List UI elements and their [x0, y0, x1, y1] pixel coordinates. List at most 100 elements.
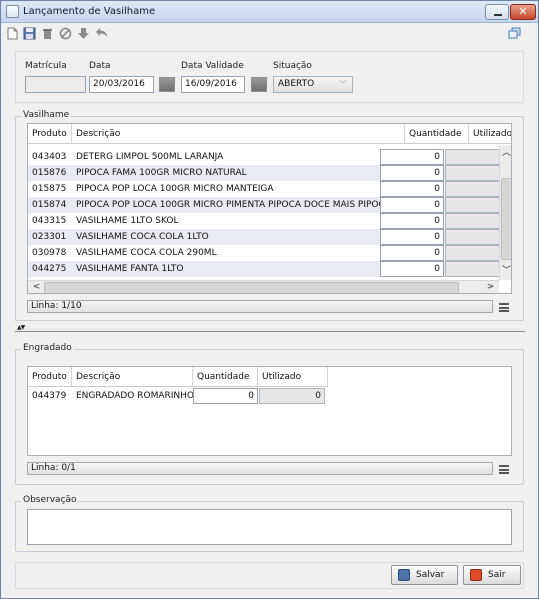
splitter[interactable] — [15, 331, 525, 332]
quantidade-input[interactable]: 0 — [380, 229, 444, 245]
descricao-cell: VASILHAME 1LTO SKOL — [76, 216, 179, 226]
produto-cell: 015876 — [32, 168, 67, 178]
column-header[interactable]: Utilizado — [469, 124, 511, 144]
quantidade-input[interactable]: 0 — [193, 388, 258, 404]
column-header[interactable]: Utilizado — [258, 367, 328, 387]
utilizado-cell — [445, 245, 501, 261]
table-row[interactable]: 043403 DETERG LIMPOL 500ML LARANJA 0 — [28, 149, 501, 165]
main-window: Lançamento de Vasilhame ✕ Matrícula Data… — [0, 0, 539, 599]
quantidade-input[interactable]: 0 — [380, 181, 444, 197]
descricao-cell: VASILHAME FANTA 1LTO — [76, 264, 184, 274]
window-title: Lançamento de Vasilhame — [23, 6, 156, 17]
table-row[interactable]: 044275 VASILHAME FANTA 1LTO 0 — [28, 261, 501, 277]
column-header[interactable]: Quantidade — [405, 124, 469, 144]
descricao-cell: DETERG LIMPOL 500ML LARANJA — [76, 152, 224, 162]
matricula-label: Matrícula — [25, 61, 67, 71]
utilizado-cell — [445, 181, 501, 197]
data-validade-field[interactable]: 16/09/2016 — [181, 76, 245, 93]
chevron-down-icon: ﹀ — [339, 80, 347, 89]
save-icon — [398, 569, 410, 581]
scroll-left-icon[interactable]: < — [30, 281, 43, 293]
column-header[interactable]: Descrição — [72, 367, 193, 387]
delete-icon[interactable] — [41, 27, 54, 40]
scroll-up-icon[interactable]: ︿ — [500, 147, 511, 160]
situacao-label: Situação — [273, 61, 312, 71]
table-row[interactable]: 023301 VASILHAME COCA COLA 1LTO 0 — [28, 229, 501, 245]
matricula-field[interactable] — [25, 76, 86, 93]
menu-icon[interactable] — [499, 465, 509, 474]
scroll-down-icon[interactable]: ﹀ — [500, 265, 511, 278]
vasilhame-row-counter: Linha: 1/10 — [27, 300, 493, 313]
exit-icon — [470, 569, 482, 581]
utilizado-cell — [445, 261, 501, 277]
toolbar — [1, 24, 538, 44]
descricao-cell: ENGRADADO ROMARINHO — [76, 391, 193, 401]
column-header[interactable]: Produto — [28, 367, 72, 387]
descricao-cell: VASILHAME COCA COLA 1LTO — [76, 232, 209, 242]
table-row[interactable]: 015876 PIPOCA FAMA 100GR MICRO NATURAL 0 — [28, 165, 501, 181]
quantidade-input[interactable]: 0 — [380, 245, 444, 261]
data-label: Data — [89, 61, 111, 71]
exit-button[interactable]: Sair — [463, 565, 521, 585]
engradado-table: Produto Descrição Quantidade Utilizado 0… — [27, 366, 512, 456]
download-icon[interactable] — [77, 27, 90, 40]
produto-cell: 023301 — [32, 232, 67, 242]
column-header[interactable]: Quantidade — [193, 367, 258, 387]
produto-cell: 015875 — [32, 184, 67, 194]
engradado-row-counter: Linha: 0/1 — [27, 462, 493, 475]
title-bar: Lançamento de Vasilhame ✕ — [1, 1, 538, 23]
data-field[interactable]: 20/03/2016 — [89, 76, 154, 93]
calendar-icon[interactable] — [251, 77, 267, 92]
undo-icon[interactable] — [95, 27, 108, 40]
utilizado-cell — [445, 197, 501, 213]
horizontal-scrollbar[interactable]: < > — [28, 280, 499, 293]
scroll-thumb[interactable] — [501, 178, 511, 260]
produto-cell: 030978 — [32, 248, 67, 258]
produto-cell: 015874 — [32, 200, 67, 210]
column-header[interactable]: Descrição — [72, 124, 405, 144]
table-row[interactable]: 030978 VASILHAME COCA COLA 290ML 0 — [28, 245, 501, 261]
exit-button-label: Sair — [488, 570, 506, 580]
save-icon[interactable] — [23, 27, 36, 40]
vasilhame-title: Vasilhame — [21, 110, 72, 120]
utilizado-cell — [445, 229, 501, 245]
minimize-button[interactable] — [485, 4, 509, 20]
scroll-thumb[interactable] — [44, 282, 459, 293]
quantidade-input[interactable]: 0 — [380, 213, 444, 229]
table-header: Produto Descrição Quantidade Utilizado — [28, 124, 511, 144]
engradado-title: Engradado — [21, 343, 74, 353]
new-document-icon[interactable] — [6, 27, 19, 40]
produto-cell: 043315 — [32, 216, 67, 226]
quantidade-input[interactable]: 0 — [380, 261, 444, 277]
data-validade-label: Data Validade — [181, 61, 244, 71]
table-row[interactable]: 015874 PIPOCA POP LOCA 100GR MICRO PIMEN… — [28, 197, 501, 213]
situacao-value: ABERTO — [278, 79, 315, 89]
produto-cell: 044275 — [32, 264, 67, 274]
quantidade-input[interactable]: 0 — [380, 149, 444, 165]
utilizado-cell — [445, 165, 501, 181]
table-row[interactable]: 043315 VASILHAME 1LTO SKOL 0 — [28, 213, 501, 229]
column-header[interactable]: Produto — [28, 124, 72, 144]
windows-icon[interactable] — [508, 27, 521, 40]
descricao-cell: VASILHAME COCA COLA 290ML — [76, 248, 217, 258]
observacao-title: Observação — [21, 495, 79, 505]
splitter-arrows-icon[interactable]: ▲▼ — [17, 324, 25, 331]
table-row[interactable]: 015875 PIPOCA POP LOCA 100GR MICRO MANTE… — [28, 181, 501, 197]
descricao-cell: PIPOCA POP LOCA 100GR MICRO MANTEIGA — [76, 184, 274, 194]
menu-icon[interactable] — [499, 303, 509, 312]
vertical-scrollbar[interactable]: ︿ ﹀ — [499, 145, 511, 280]
cancel-icon[interactable] — [59, 27, 72, 40]
table-row[interactable]: 044379 ENGRADADO ROMARINHO 0 0 — [28, 388, 328, 404]
descricao-cell: PIPOCA POP LOCA 100GR MICRO PIMENTA PIPO… — [76, 200, 391, 210]
save-button[interactable]: Salvar — [391, 565, 458, 585]
produto-cell: 044379 — [32, 391, 67, 401]
calendar-icon[interactable] — [159, 77, 175, 92]
scroll-right-icon[interactable]: > — [484, 281, 497, 293]
utilizado-cell — [445, 213, 501, 229]
observacao-textarea[interactable] — [27, 509, 512, 545]
quantidade-input[interactable]: 0 — [380, 165, 444, 181]
utilizado-cell: 0 — [259, 388, 325, 404]
situacao-select[interactable]: ABERTO ﹀ — [273, 76, 353, 93]
quantidade-input[interactable]: 0 — [380, 197, 444, 213]
close-button[interactable]: ✕ — [510, 4, 536, 20]
